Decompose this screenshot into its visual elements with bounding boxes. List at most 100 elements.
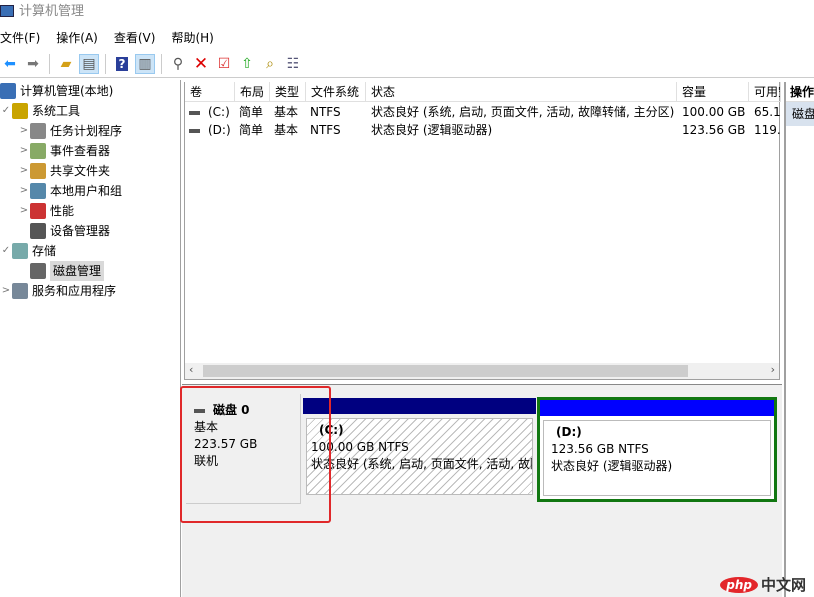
table-cell: 123.56 GB bbox=[682, 122, 745, 139]
computer-management-icon bbox=[0, 5, 14, 17]
tree-item-label: 设备管理器 bbox=[50, 224, 111, 238]
cell-text: (C:) bbox=[208, 105, 230, 119]
action-pane-icon[interactable]: ▥ bbox=[135, 53, 155, 74]
toolbar-divider bbox=[161, 53, 162, 74]
cell-text: 状态良好 (逻辑驱动器) bbox=[371, 123, 493, 137]
col-status[interactable]: 状态 bbox=[366, 82, 677, 102]
tree-item[interactable]: > 共享文件夹 bbox=[18, 161, 110, 181]
collapsed-chevron-icon[interactable]: > bbox=[18, 161, 30, 181]
tree-item[interactable]: > 事件查看器 bbox=[18, 141, 110, 161]
partition-c-size: 100.00 GB NTFS bbox=[311, 440, 409, 454]
partition-d[interactable]: (D:) 123.56 GB NTFS 状态良好 (逻辑驱动器) bbox=[537, 397, 777, 502]
tree-item-label: 计算机管理(本地) bbox=[20, 84, 114, 98]
col-filesystem[interactable]: 文件系统 bbox=[306, 82, 366, 102]
col-capacity[interactable]: 容量 bbox=[677, 82, 749, 102]
partition-c-name: (C:) bbox=[319, 423, 344, 437]
cell-text: NTFS bbox=[310, 123, 341, 137]
tree-node-icon bbox=[30, 203, 46, 219]
volume-list: 卷 布局 类型 文件系统 状态 容量 可用空 (C:) 简单基本 NTFS 状态良好 … bbox=[184, 82, 781, 380]
actions-item-disk[interactable]: 磁盘 bbox=[786, 102, 814, 126]
volume-icon bbox=[189, 110, 200, 115]
tree-item[interactable]: > 任务计划程序 bbox=[18, 121, 122, 141]
checklist-icon[interactable]: ☷ bbox=[283, 54, 303, 74]
tree-item[interactable]: > 服务和应用程序 bbox=[0, 281, 116, 301]
cell-text: 状态良好 (系统, 启动, 页面文件, 活动, 故障转储, 主分区) bbox=[371, 105, 675, 119]
tree-item[interactable]: ✓ 存储 bbox=[0, 241, 56, 261]
cell-text: NTFS bbox=[310, 105, 341, 119]
collapsed-chevron-icon[interactable]: > bbox=[18, 181, 30, 201]
menu-view[interactable]: 查看(V) bbox=[114, 28, 156, 48]
tree-node-icon bbox=[12, 243, 28, 259]
scroll-thumb[interactable] bbox=[203, 365, 688, 377]
tree-item[interactable]: 设备管理器 bbox=[18, 221, 110, 241]
collapsed-chevron-icon[interactable]: > bbox=[18, 141, 30, 161]
col-type[interactable]: 类型 bbox=[270, 82, 306, 102]
cell-text: 65.16 bbox=[754, 105, 781, 119]
tree-item[interactable]: > 本地用户和组 bbox=[18, 181, 122, 201]
table-cell: 简单 bbox=[239, 104, 263, 121]
col-free[interactable]: 可用空 bbox=[749, 82, 781, 102]
tree-node-icon bbox=[30, 223, 46, 239]
collapsed-chevron-icon[interactable]: > bbox=[18, 121, 30, 141]
up-folder-icon[interactable]: ▰ bbox=[56, 54, 76, 74]
tree-item-label: 性能 bbox=[50, 204, 75, 218]
toolbar-divider bbox=[49, 53, 50, 74]
show-tree-icon[interactable]: ▤ bbox=[79, 53, 99, 74]
cell-text: 100.00 GB bbox=[682, 105, 746, 119]
cell-text: 119.4 bbox=[754, 123, 781, 137]
partition-c-status: 状态良好 (系统, 启动, 页面文件, 活动, 故障 bbox=[311, 457, 533, 471]
horizontal-scrollbar[interactable]: ‹ › bbox=[185, 363, 779, 379]
table-cell: 100.00 GB bbox=[682, 104, 745, 121]
expanded-chevron-icon[interactable]: ✓ bbox=[0, 241, 12, 261]
watermark: php 中文网 bbox=[720, 574, 806, 595]
expanded-chevron-icon[interactable]: ✓ bbox=[0, 101, 12, 121]
tree-node-icon bbox=[30, 183, 46, 199]
collapsed-chevron-icon[interactable]: > bbox=[0, 281, 12, 301]
scroll-right-icon[interactable]: › bbox=[771, 363, 775, 376]
tree-node-icon bbox=[30, 143, 46, 159]
forward-icon[interactable]: ➡ bbox=[23, 54, 43, 74]
tree-item[interactable]: ✓ 系统工具 bbox=[0, 101, 80, 121]
cell-text: (D:) bbox=[208, 123, 231, 137]
partition-c-bar bbox=[303, 398, 536, 414]
tree-item-label: 事件查看器 bbox=[50, 144, 111, 158]
tree-item[interactable]: 计算机管理(本地) bbox=[0, 81, 113, 101]
menu-file[interactable]: 文件(F) bbox=[0, 28, 40, 48]
tree-node-icon bbox=[30, 163, 46, 179]
col-volume[interactable]: 卷 bbox=[185, 82, 235, 102]
partition-c[interactable]: (C:) 100.00 GB NTFS 状态良好 (系统, 启动, 页面文件, … bbox=[303, 398, 536, 498]
properties-icon[interactable]: ☑ bbox=[214, 54, 234, 74]
back-icon[interactable]: ⬅ bbox=[0, 54, 20, 74]
connect-drive-icon[interactable]: ⚲ bbox=[168, 54, 188, 74]
window-title: 计算机管理 bbox=[19, 4, 85, 19]
cell-text: 简单 bbox=[239, 123, 264, 137]
tree-node-icon bbox=[12, 103, 28, 119]
tree-item-label: 存储 bbox=[32, 244, 57, 258]
tree-item-label: 本地用户和组 bbox=[50, 184, 123, 198]
tree-item[interactable]: > 性能 bbox=[18, 201, 74, 221]
collapsed-chevron-icon[interactable]: > bbox=[18, 201, 30, 221]
menu-action[interactable]: 操作(A) bbox=[56, 28, 98, 48]
tree-item-label: 磁盘管理 bbox=[50, 261, 105, 281]
table-cell: 简单 bbox=[239, 122, 263, 139]
search-icon[interactable]: ⌕ bbox=[260, 54, 280, 74]
table-cell: 状态良好 (系统, 启动, 页面文件, 活动, 故障转储, 主分区) bbox=[371, 104, 674, 121]
menu-help[interactable]: 帮助(H) bbox=[171, 28, 213, 48]
tree-node-icon bbox=[30, 123, 46, 139]
cell-text: 123.56 GB bbox=[682, 123, 746, 137]
scroll-left-icon[interactable]: ‹ bbox=[189, 363, 193, 376]
actions-pane: 操作 磁盘 bbox=[784, 82, 814, 597]
help-icon[interactable]: ? bbox=[112, 54, 132, 74]
tree-item-label: 共享文件夹 bbox=[50, 164, 111, 178]
tree-item-label: 系统工具 bbox=[32, 104, 81, 118]
actions-header: 操作 bbox=[786, 82, 814, 102]
table-cell: (C:) bbox=[189, 104, 230, 121]
cell-text: 简单 bbox=[239, 105, 264, 119]
cell-text: 基本 bbox=[274, 123, 299, 137]
delete-icon[interactable]: ✕ bbox=[191, 54, 211, 74]
tree-item[interactable]: 磁盘管理 bbox=[18, 261, 105, 281]
col-layout[interactable]: 布局 bbox=[235, 82, 270, 102]
menu-bar: 文件(F) 操作(A) 查看(V) 帮助(H) bbox=[0, 28, 230, 48]
table-cell: 基本 bbox=[274, 104, 298, 121]
import-icon[interactable]: ⇧ bbox=[237, 54, 257, 74]
